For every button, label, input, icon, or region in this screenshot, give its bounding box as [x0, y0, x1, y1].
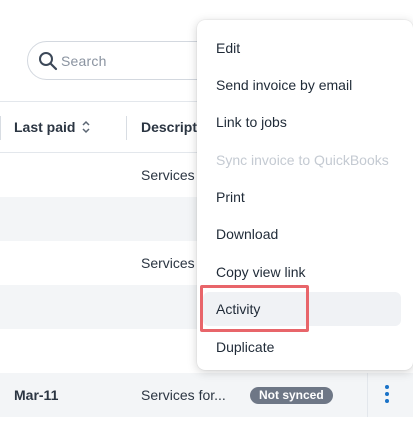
- cell-description: Services f: [141, 167, 203, 183]
- menu-item-link-to-jobs[interactable]: Link to jobs: [203, 105, 401, 139]
- search-icon: [39, 52, 58, 71]
- menu-item-send-invoice-by-email[interactable]: Send invoice by email: [203, 68, 401, 102]
- kebab-dot: [385, 385, 389, 389]
- column-separator: [0, 116, 1, 140]
- kebab-dot: [385, 399, 389, 403]
- menu-item-sync-quickbooks: Sync invoice to QuickBooks: [216, 152, 389, 168]
- table-row[interactable]: Mar-11 Services for... Not synced: [0, 373, 413, 417]
- highlight-box: [200, 285, 309, 332]
- column-header-last-paid[interactable]: Last paid: [14, 119, 75, 135]
- menu-item-duplicate[interactable]: Duplicate: [203, 330, 401, 364]
- column-separator: [126, 116, 127, 140]
- cell-last-paid: Mar-11: [14, 387, 59, 403]
- sort-icon[interactable]: [81, 119, 91, 135]
- menu-item-print[interactable]: Print: [203, 180, 401, 214]
- row-actions-button[interactable]: [367, 373, 405, 417]
- menu-item-edit[interactable]: Edit: [203, 31, 401, 65]
- kebab-dot: [385, 392, 389, 396]
- column-header-description[interactable]: Descripti: [141, 119, 201, 135]
- search-placeholder: Search: [61, 53, 107, 69]
- menu-item-copy-view-link[interactable]: Copy view link: [203, 255, 401, 289]
- status-badge: Not synced: [250, 387, 333, 404]
- menu-item-download[interactable]: Download: [203, 217, 401, 251]
- cell-description: Services f: [141, 255, 203, 271]
- cell-description: Services for...: [141, 387, 226, 403]
